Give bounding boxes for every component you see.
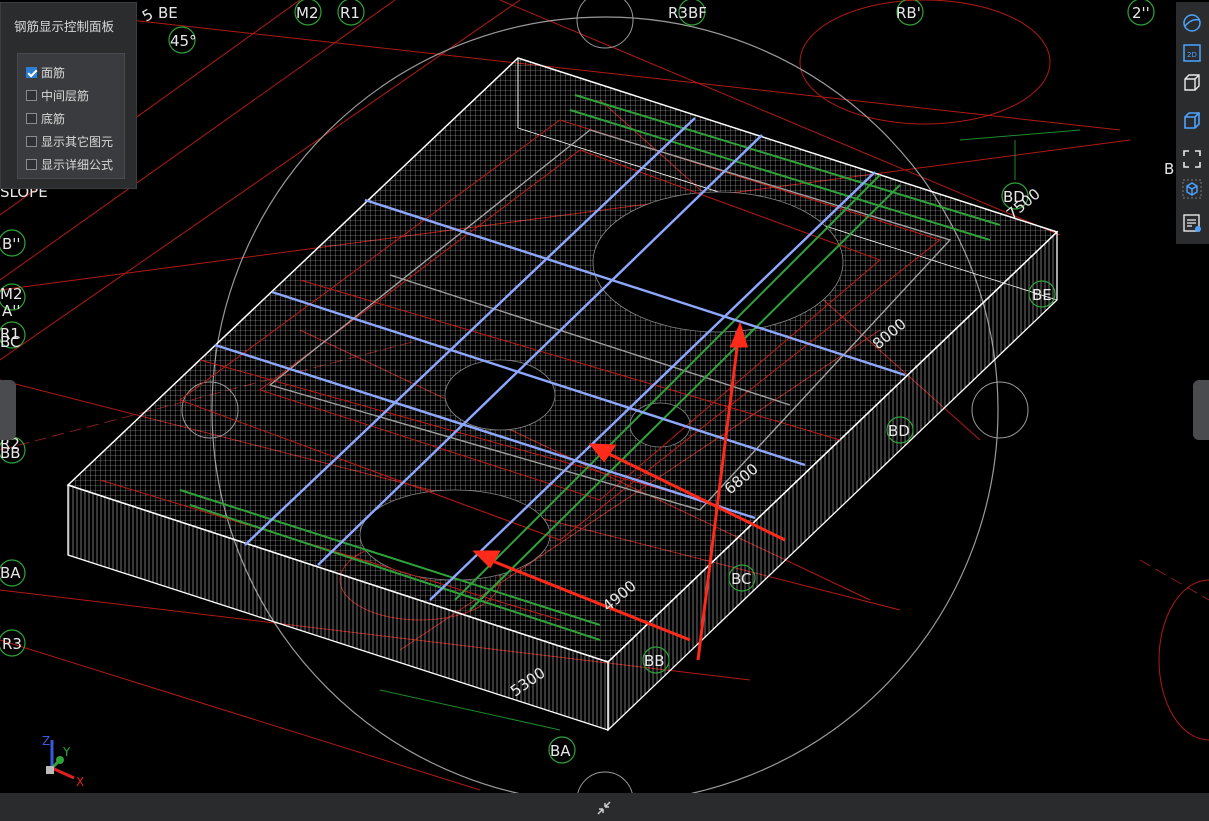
nav-handle-top: [576, 0, 634, 49]
axis-label: B'': [2, 235, 21, 253]
axis-label: BE: [1032, 286, 1052, 304]
axis-label: BC: [731, 570, 752, 588]
zoom-extents-icon[interactable]: [1181, 148, 1203, 170]
left-collapse-tab[interactable]: [0, 380, 16, 440]
rebar-display-control-panel: 钢筋显示控制面板 面筋 中间层筋 底筋 显示其它图元 显示详细公式: [0, 2, 137, 189]
option-show-formula[interactable]: 显示详细公式: [26, 155, 113, 173]
axis-y-label: Y: [62, 745, 71, 759]
axis-label: BC: [0, 333, 21, 351]
axis-label: M2: [296, 4, 319, 22]
option-show-other-elements[interactable]: 显示其它图元: [26, 132, 113, 150]
3d-box-icon[interactable]: [1181, 72, 1203, 94]
axis-x-label: X: [76, 775, 84, 789]
slab-opening-center: [444, 359, 556, 431]
checkbox-show-other-elements[interactable]: [26, 135, 37, 147]
3d-model-viewport[interactable]: 5 BE 45° M2 R1 R3BF RB' 2'' B SLOPE B'' …: [0, 0, 1209, 793]
2d-view-icon[interactable]: 2D: [1181, 42, 1203, 64]
option-label: 面筋: [41, 65, 66, 80]
option-bottom-rebar[interactable]: 底筋: [26, 109, 65, 127]
panel-title: 钢筋显示控制面板: [14, 19, 115, 34]
slab-opening-bottom: [359, 489, 551, 581]
option-label: 底筋: [41, 111, 66, 126]
axis-label: BB: [644, 652, 665, 670]
axis-label: 2'': [1132, 4, 1150, 22]
axis-label: BA: [550, 742, 571, 760]
axis-label: R1: [340, 4, 360, 22]
option-label: 显示其它图元: [41, 134, 114, 149]
3d-box-active-icon[interactable]: [1181, 110, 1203, 132]
checkbox-middle-rebar[interactable]: [26, 89, 37, 101]
right-collapse-tab[interactable]: [1193, 380, 1209, 440]
option-top-rebar[interactable]: 面筋: [26, 63, 65, 81]
axis-gizmo: Z Y X: [42, 734, 84, 789]
axis-label: A'': [2, 302, 21, 320]
collapse-arrows-icon[interactable]: [594, 798, 614, 818]
view-toolbar: 2D: [1176, 2, 1209, 244]
option-label: 显示详细公式: [41, 157, 114, 172]
axis-label: M2: [0, 285, 23, 303]
slab-model: [66, 57, 1059, 732]
axis-z-label: Z: [42, 734, 50, 748]
checkbox-top-rebar[interactable]: [26, 66, 37, 78]
panel-options-group: 面筋 中间层筋 底筋 显示其它图元 显示详细公式: [17, 53, 125, 179]
properties-icon[interactable]: [1181, 212, 1203, 234]
axis-label: R3: [2, 635, 22, 653]
axis-label: BD: [888, 422, 910, 440]
axis-label: R3BF: [668, 4, 707, 22]
axis-label: BE: [158, 4, 178, 22]
nav-handle-bottom: [577, 771, 633, 793]
rebar-3d-icon[interactable]: [1181, 178, 1203, 200]
axis-label: B: [1164, 160, 1174, 178]
axis-label: RB': [896, 4, 921, 22]
axis-label: BB: [0, 444, 21, 462]
checkbox-show-formula[interactable]: [26, 158, 37, 170]
checkbox-bottom-rebar[interactable]: [26, 112, 37, 124]
axis-label: BA: [0, 564, 21, 582]
svg-text:2D: 2D: [1187, 51, 1197, 59]
nav-handle-right: [971, 381, 1029, 439]
orbit-icon[interactable]: [1181, 12, 1203, 34]
angle-label: 45°: [170, 32, 197, 50]
option-label: 中间层筋: [41, 88, 90, 103]
option-middle-rebar[interactable]: 中间层筋: [26, 86, 89, 104]
